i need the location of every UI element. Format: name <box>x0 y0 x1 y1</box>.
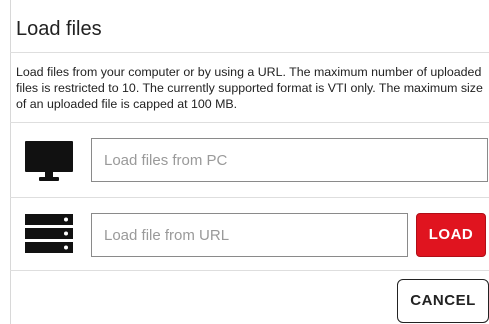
pc-file-input[interactable] <box>91 138 488 182</box>
description-divider <box>10 122 489 123</box>
dialog-edge <box>10 0 11 324</box>
load-button[interactable]: LOAD <box>416 213 486 257</box>
dialog-title: Load files <box>16 18 102 40</box>
footer-divider <box>10 270 489 271</box>
row-divider <box>10 197 489 198</box>
cancel-button[interactable]: CANCEL <box>397 279 489 323</box>
monitor-icon <box>25 141 73 181</box>
dialog-description: Load files from your computer or by usin… <box>16 65 483 111</box>
url-input[interactable] <box>91 213 408 257</box>
server-icon <box>25 214 73 253</box>
title-divider <box>10 52 489 53</box>
